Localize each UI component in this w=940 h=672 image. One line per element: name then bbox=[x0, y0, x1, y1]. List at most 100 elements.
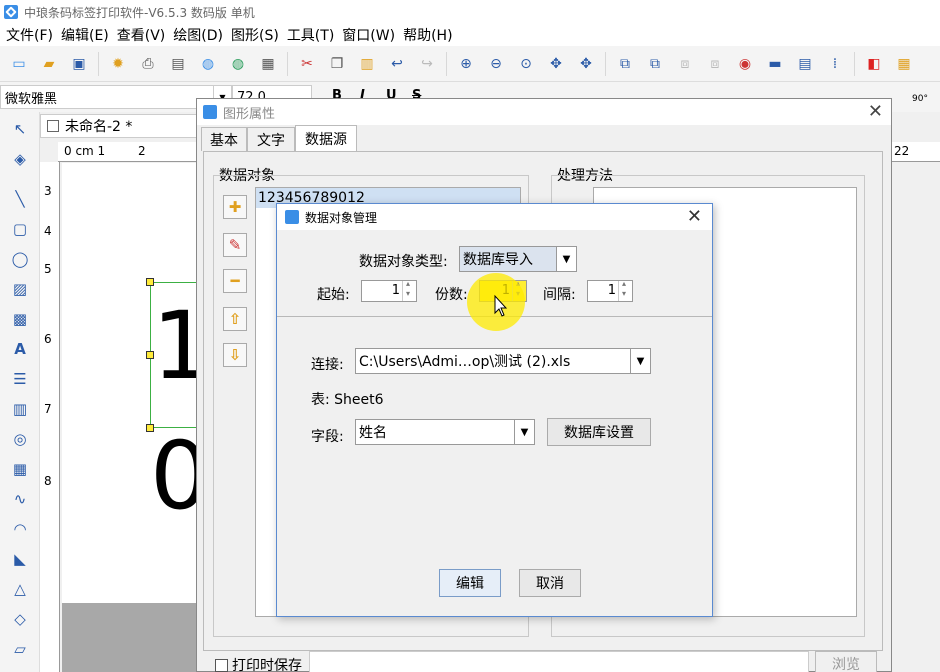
zoom-fit-icon[interactable]: ⊙ bbox=[515, 53, 537, 75]
copies-label: 份数: bbox=[435, 287, 468, 303]
move-down-icon[interactable]: ⇩ bbox=[223, 343, 247, 367]
fit-width-icon[interactable]: ✥ bbox=[575, 53, 597, 75]
database-settings-button[interactable]: 数据库设置 bbox=[547, 418, 651, 446]
cut-icon[interactable]: ✂ bbox=[296, 53, 318, 75]
curve-tool-icon[interactable]: ∿ bbox=[9, 488, 31, 510]
spinner-arrows-icon[interactable] bbox=[618, 279, 632, 301]
menu-view[interactable]: 查看(V) bbox=[115, 25, 172, 45]
fit-page-icon[interactable]: ✥ bbox=[545, 53, 567, 75]
chevron-down-icon[interactable]: ▼ bbox=[556, 247, 576, 271]
field-select[interactable]: 姓名 ▼ bbox=[355, 419, 535, 445]
redo-icon[interactable]: ↪ bbox=[416, 53, 438, 75]
settings-icon[interactable]: ✹ bbox=[107, 53, 129, 75]
dialog-title-bar: 数据对象管理 bbox=[277, 204, 712, 230]
resize-handle[interactable] bbox=[146, 424, 154, 432]
rectangle-tool-icon[interactable]: ▢ bbox=[9, 218, 31, 240]
line-tool-icon[interactable]: ╲ bbox=[9, 188, 31, 210]
database-icon[interactable]: ◍ bbox=[197, 53, 219, 75]
menu-window[interactable]: 窗口(W) bbox=[340, 25, 401, 45]
triangle-tool-icon[interactable]: △ bbox=[9, 578, 31, 600]
paste-icon[interactable]: ▥ bbox=[356, 53, 378, 75]
resize-handle[interactable] bbox=[146, 278, 154, 286]
font-family-value: 微软雅黑 bbox=[5, 91, 58, 107]
print-icon[interactable]: ⎙ bbox=[137, 53, 159, 75]
pdf-icon[interactable]: ◧ bbox=[863, 53, 885, 75]
ruler-label: 22 bbox=[894, 144, 910, 158]
text-tool-icon[interactable]: A bbox=[9, 338, 31, 360]
remove-icon[interactable]: ━ bbox=[223, 269, 247, 293]
print-save-label: 打印时保存 bbox=[232, 658, 302, 672]
unlock-icon[interactable]: ⧈ bbox=[704, 53, 726, 75]
print-save-option[interactable]: 打印时保存 bbox=[215, 655, 302, 672]
ellipse-tool-icon[interactable]: ◯ bbox=[9, 248, 31, 270]
new-icon[interactable]: ▭ bbox=[8, 53, 30, 75]
diamond-tool-icon[interactable]: ◇ bbox=[9, 608, 31, 630]
vertical-ruler: 3 4 5 6 7 8 bbox=[40, 162, 60, 672]
grid-icon[interactable]: ▦ bbox=[257, 53, 279, 75]
title-bar: 中琅条码标签打印软件-V6.5.3 数码版 单机 bbox=[0, 0, 940, 24]
polygon-tool-icon[interactable]: ◣ bbox=[9, 548, 31, 570]
pointer-icon[interactable]: ↖ bbox=[9, 118, 31, 140]
save-icon[interactable]: ▣ bbox=[68, 53, 90, 75]
ruler-label: 4 bbox=[44, 224, 52, 238]
window-title: 中琅条码标签打印软件-V6.5.3 数码版 单机 bbox=[24, 5, 255, 20]
tab-data-source[interactable]: 数据源 bbox=[295, 125, 357, 151]
preview-icon[interactable]: ▤ bbox=[167, 53, 189, 75]
layer-icon[interactable]: ▬ bbox=[764, 53, 786, 75]
start-stepper[interactable]: 1 bbox=[361, 279, 417, 302]
undo-icon[interactable]: ↩ bbox=[386, 53, 408, 75]
database-link-icon[interactable]: ◍ bbox=[227, 53, 249, 75]
menu-draw[interactable]: 绘图(D) bbox=[171, 25, 229, 45]
open-icon[interactable]: ▰ bbox=[38, 53, 60, 75]
close-icon[interactable]: ✕ bbox=[687, 206, 702, 227]
resize-handle[interactable] bbox=[146, 351, 154, 359]
menu-tools[interactable]: 工具(T) bbox=[285, 25, 340, 45]
chevron-down-icon[interactable]: ▼ bbox=[514, 420, 534, 444]
interval-label: 间隔: bbox=[543, 287, 576, 303]
menu-help[interactable]: 帮助(H) bbox=[401, 25, 458, 45]
tab-basic[interactable]: 基本 bbox=[201, 127, 247, 151]
menu-edit[interactable]: 编辑(E) bbox=[59, 25, 115, 45]
edit-icon[interactable]: ✎ bbox=[223, 233, 247, 257]
data-object-type-select[interactable]: 数据库导入 ▼ bbox=[459, 246, 577, 272]
print-save-checkbox[interactable] bbox=[215, 658, 228, 672]
table-label: 表: Sheet6 bbox=[311, 392, 384, 408]
move-up-icon[interactable]: ⇧ bbox=[223, 307, 247, 331]
connection-select[interactable]: C:\Users\Admi…op\测试 (2).xls ▼ bbox=[355, 348, 651, 374]
close-icon[interactable]: ✕ bbox=[868, 101, 883, 122]
picture-tool-icon[interactable]: ▩ bbox=[9, 308, 31, 330]
document-tab[interactable]: 未命名-2 * bbox=[40, 114, 200, 138]
arc-tool-icon[interactable]: ◠ bbox=[9, 518, 31, 540]
image-tool-icon[interactable]: ▨ bbox=[9, 278, 31, 300]
connection-value: C:\Users\Admi…op\测试 (2).xls bbox=[359, 354, 571, 370]
copy-icon[interactable]: ❐ bbox=[326, 53, 348, 75]
pan-icon[interactable]: ◈ bbox=[9, 148, 31, 170]
lock-icon[interactable]: ⧈ bbox=[674, 53, 696, 75]
qrcode-tool-icon[interactable]: ◎ bbox=[9, 428, 31, 450]
spinner-arrows-icon[interactable] bbox=[402, 279, 416, 301]
eye-icon[interactable]: ◉ bbox=[734, 53, 756, 75]
rotate-button[interactable]: 90° bbox=[912, 94, 928, 104]
cancel-button[interactable]: 取消 bbox=[519, 569, 581, 597]
calculator-icon[interactable]: ▦ bbox=[893, 53, 915, 75]
tab-text[interactable]: 文字 bbox=[247, 127, 295, 151]
align-icon[interactable]: ▤ bbox=[794, 53, 816, 75]
group-icon[interactable]: ⧉ bbox=[614, 53, 636, 75]
zoom-in-icon[interactable]: ⊕ bbox=[455, 53, 477, 75]
edit-button[interactable]: 编辑 bbox=[439, 569, 501, 597]
parallelogram-tool-icon[interactable]: ▱ bbox=[9, 638, 31, 660]
matrix-tool-icon[interactable]: ▦ bbox=[9, 458, 31, 480]
print-save-path-input[interactable] bbox=[309, 651, 809, 672]
zoom-out-icon[interactable]: ⊖ bbox=[485, 53, 507, 75]
browse-button[interactable]: 浏览 bbox=[815, 651, 877, 672]
menu-file[interactable]: 文件(F) bbox=[4, 25, 59, 45]
distribute-icon[interactable]: ⁞ bbox=[824, 53, 846, 75]
menu-shape[interactable]: 图形(S) bbox=[229, 25, 285, 45]
chevron-down-icon[interactable]: ▼ bbox=[630, 349, 650, 373]
paragraph-tool-icon[interactable]: ☰ bbox=[9, 368, 31, 390]
data-object-type-value: 数据库导入 bbox=[463, 252, 533, 268]
add-icon[interactable]: ✚ bbox=[223, 195, 247, 219]
barcode-tool-icon[interactable]: ▥ bbox=[9, 398, 31, 420]
ungroup-icon[interactable]: ⧉ bbox=[644, 53, 666, 75]
interval-stepper[interactable]: 1 bbox=[587, 279, 633, 302]
